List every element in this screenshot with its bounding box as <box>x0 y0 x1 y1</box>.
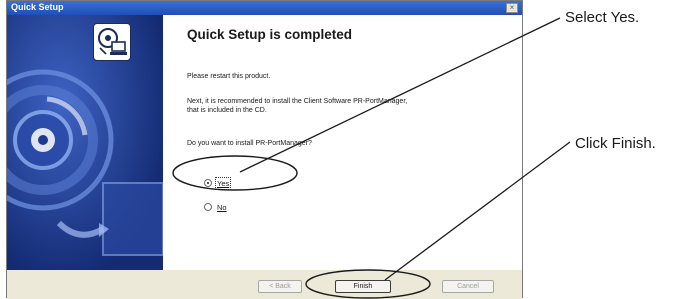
annotation-select-yes: Select Yes. <box>565 9 640 26</box>
radio-yes-label[interactable]: Yes <box>214 176 232 190</box>
cd-disc-graphic <box>7 15 163 270</box>
radio-no-label[interactable]: No <box>217 203 227 212</box>
recommend-message-line1: Next, it is recommended to install the C… <box>187 98 408 105</box>
title-bar: Quick Setup × <box>7 1 522 15</box>
finish-button[interactable]: Finish <box>335 280 391 293</box>
close-button[interactable]: × <box>506 3 518 13</box>
back-button[interactable]: < Back <box>258 280 302 293</box>
close-icon: × <box>509 3 515 12</box>
radio-yes[interactable]: Yes <box>204 176 232 190</box>
radio-icon[interactable] <box>204 179 212 187</box>
button-bar: < Back Finish Cancel <box>7 270 522 299</box>
network-computer-icon <box>93 23 131 61</box>
install-question: Do you want to install PR-PortManager? <box>187 140 312 147</box>
completion-headline: Quick Setup is completed <box>187 27 353 42</box>
restart-message: Please restart this product. <box>187 73 271 80</box>
annotation-click-finish: Click Finish. <box>575 135 656 152</box>
radio-icon[interactable] <box>204 203 212 211</box>
radio-no[interactable]: No <box>204 202 227 212</box>
cancel-button[interactable]: Cancel <box>442 280 494 293</box>
recommend-message-line2: that is included in the CD. <box>187 107 267 114</box>
window-title: Quick Setup <box>11 2 64 12</box>
quick-setup-dialog: Quick Setup × Quick Setup is completed P… <box>6 0 523 299</box>
sidebar-graphic <box>7 15 163 270</box>
